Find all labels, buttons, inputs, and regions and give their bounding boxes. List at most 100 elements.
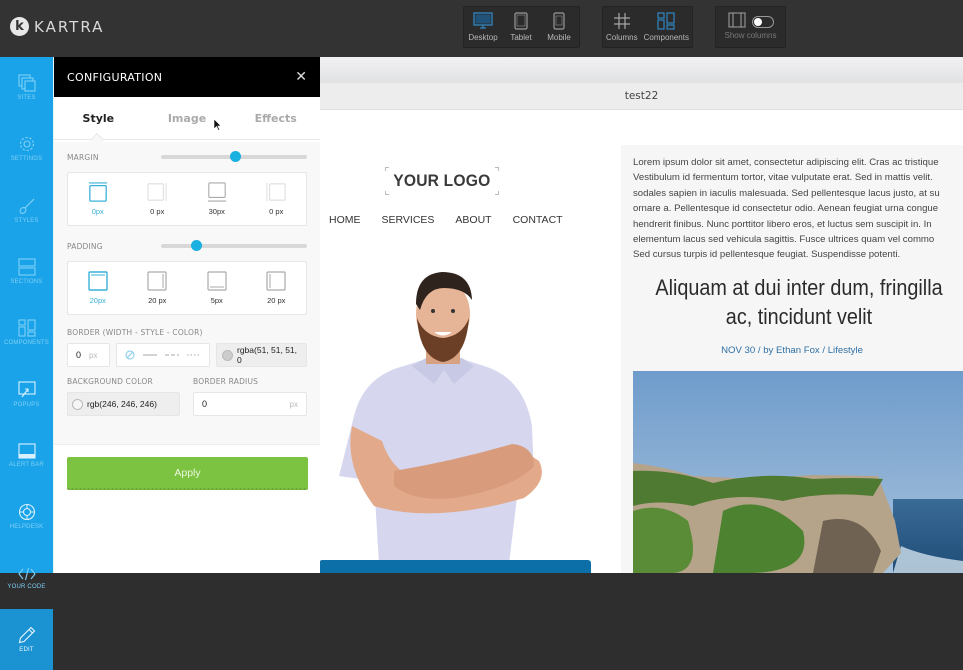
border-none-icon[interactable] bbox=[125, 350, 135, 360]
components-icon bbox=[17, 319, 36, 337]
border-color-input[interactable]: rgba(51, 51, 51, 0 bbox=[216, 343, 307, 367]
brush-icon bbox=[19, 198, 34, 214]
intro-paragraph: Lorem ipsum dolor sit amet, consectetur … bbox=[633, 157, 940, 261]
post-title[interactable]: Aliquam at dui inter dum, fringilla ac, … bbox=[651, 273, 946, 331]
tab-image[interactable]: Image bbox=[143, 97, 232, 139]
sidebar-label-settings: SETTINGS bbox=[10, 156, 43, 163]
desktop-view-button[interactable]: Desktop bbox=[464, 7, 502, 47]
popup-icon bbox=[17, 381, 36, 397]
padding-top-icon bbox=[88, 271, 108, 291]
tablet-view-button[interactable]: Tablet bbox=[502, 7, 540, 47]
padding-bottom[interactable]: 5px bbox=[187, 262, 247, 314]
sidebar-label-popups: POPUPS bbox=[13, 401, 40, 408]
site-nav: HOME SERVICES ABOUT CONTACT bbox=[329, 214, 584, 226]
padding-top-value: 20px bbox=[89, 296, 106, 305]
page-canvas: test22 YOUR LOGO HOME SERVICES ABOUT CON… bbox=[320, 57, 963, 573]
layout-tools-group: Columns Components bbox=[602, 6, 693, 48]
margin-slider[interactable] bbox=[161, 151, 307, 162]
post-cliff-image[interactable] bbox=[633, 371, 963, 573]
nav-home[interactable]: HOME bbox=[329, 214, 361, 226]
components-icon bbox=[657, 12, 675, 30]
padding-top[interactable]: 20px bbox=[68, 262, 128, 314]
mouse-cursor-icon bbox=[214, 119, 222, 131]
padding-row: PADDING bbox=[67, 231, 307, 261]
border-style-picker[interactable] bbox=[116, 343, 210, 367]
logo-text: YOUR LOGO bbox=[393, 171, 491, 190]
components-label: Components bbox=[643, 33, 689, 42]
tab-style[interactable]: Style bbox=[54, 97, 143, 139]
padding-slider[interactable] bbox=[161, 240, 307, 251]
configuration-panel: CONFIGURATION ✕ Style Image Effects MARG… bbox=[53, 57, 320, 573]
tab-effects[interactable]: Effects bbox=[231, 97, 320, 139]
close-icon[interactable]: ✕ bbox=[295, 69, 307, 85]
nav-services[interactable]: SERVICES bbox=[382, 214, 435, 226]
components-button[interactable]: Components bbox=[641, 7, 692, 47]
margin-right[interactable]: 0 px bbox=[128, 173, 188, 225]
margin-slider-handle[interactable] bbox=[230, 151, 242, 162]
margin-left-value: 0 px bbox=[269, 207, 284, 216]
padding-left[interactable]: 20 px bbox=[247, 262, 307, 314]
background-color-input[interactable]: rgb(246, 246, 246) bbox=[67, 392, 180, 416]
kartra-logo[interactable]: k KARTRA bbox=[10, 17, 104, 36]
padding-sides: 20px 20 px 5px 20 px bbox=[67, 261, 307, 315]
margin-row: MARGIN bbox=[67, 142, 307, 172]
border-radius-input[interactable]: 0 px bbox=[193, 392, 307, 416]
border-label: BORDER (WIDTH - STYLE - COLOR) bbox=[67, 327, 203, 337]
margin-left[interactable]: 0 px bbox=[247, 173, 307, 225]
border-dotted-icon[interactable] bbox=[187, 353, 201, 357]
sidebar-item-alert-bar[interactable]: ALERT BAR bbox=[0, 425, 53, 486]
sidebar-item-sections[interactable]: SECTIONS bbox=[0, 241, 53, 302]
hero-person-image[interactable] bbox=[334, 266, 554, 564]
margin-top[interactable]: 0px bbox=[68, 173, 128, 225]
pencil-icon bbox=[18, 626, 35, 644]
nav-contact[interactable]: CONTACT bbox=[513, 214, 563, 226]
code-icon bbox=[17, 567, 36, 580]
desktop-icon bbox=[473, 12, 493, 29]
sidebar-item-components[interactable]: COMPONENTS bbox=[0, 302, 53, 363]
border-width-input[interactable]: 0 px bbox=[67, 343, 110, 367]
padding-right[interactable]: 20 px bbox=[128, 262, 188, 314]
show-columns-toggle[interactable] bbox=[751, 16, 774, 28]
background-color-swatch[interactable] bbox=[72, 398, 83, 410]
border-color-swatch[interactable] bbox=[222, 349, 233, 361]
configuration-header: CONFIGURATION ✕ bbox=[54, 57, 320, 97]
border-solid-icon[interactable] bbox=[143, 353, 157, 357]
mobile-view-button[interactable]: Mobile bbox=[540, 7, 578, 47]
padding-left-value: 20 px bbox=[267, 296, 286, 305]
logo-corner bbox=[385, 191, 389, 195]
columns-label: Columns bbox=[606, 33, 638, 42]
sidebar-item-styles[interactable]: STYLES bbox=[0, 180, 53, 241]
sidebar-item-settings[interactable]: SETTINGS bbox=[0, 118, 53, 179]
sidebar-item-your-code[interactable]: YOUR CODE bbox=[0, 547, 53, 608]
box-right-icon bbox=[147, 182, 167, 202]
sidebar-item-popups[interactable]: POPUPS bbox=[0, 363, 53, 424]
columns-button[interactable]: Columns bbox=[603, 7, 641, 47]
apply-button[interactable]: Apply bbox=[67, 457, 308, 490]
border-radius-unit: px bbox=[289, 399, 298, 409]
nav-about[interactable]: ABOUT bbox=[455, 214, 491, 226]
tablet-label: Tablet bbox=[510, 33, 532, 42]
logo-corner bbox=[385, 167, 389, 171]
device-preview-group: Desktop Tablet Mobile bbox=[463, 6, 580, 48]
site-logo-placeholder[interactable]: YOUR LOGO bbox=[385, 167, 499, 195]
post-meta[interactable]: NOV 30 / by Ethan Fox / Lifestyle bbox=[633, 345, 951, 356]
sites-icon bbox=[17, 74, 36, 92]
sidebar-item-helpdesk[interactable]: HELPDESK bbox=[0, 486, 53, 547]
margin-top-value: 0px bbox=[91, 207, 104, 216]
padding-slider-handle[interactable] bbox=[191, 240, 203, 251]
show-columns-toggle-area[interactable]: Show columns bbox=[716, 7, 785, 47]
sidebar-label-styles: STYLES bbox=[14, 217, 39, 224]
sidebar-label-components: COMPONENTS bbox=[3, 340, 49, 347]
sidebar-label-your-code: YOUR CODE bbox=[7, 583, 46, 590]
sidebar-item-sites[interactable]: SITES bbox=[0, 57, 53, 118]
sidebar-label-sections: SECTIONS bbox=[10, 279, 43, 286]
border-dashed-icon[interactable] bbox=[165, 353, 179, 357]
cta-button-bar[interactable] bbox=[320, 560, 591, 573]
padding-bottom-icon bbox=[207, 271, 227, 291]
margin-bottom[interactable]: 30px bbox=[187, 173, 247, 225]
desktop-label: Desktop bbox=[468, 33, 498, 42]
sidebar-label-edit: EDIT bbox=[19, 646, 34, 653]
top-bar: k KARTRA Desktop Tablet Mobile Columns C… bbox=[0, 0, 963, 57]
sidebar-item-edit[interactable]: EDIT bbox=[0, 608, 53, 670]
kartra-logo-text: KARTRA bbox=[34, 17, 105, 36]
